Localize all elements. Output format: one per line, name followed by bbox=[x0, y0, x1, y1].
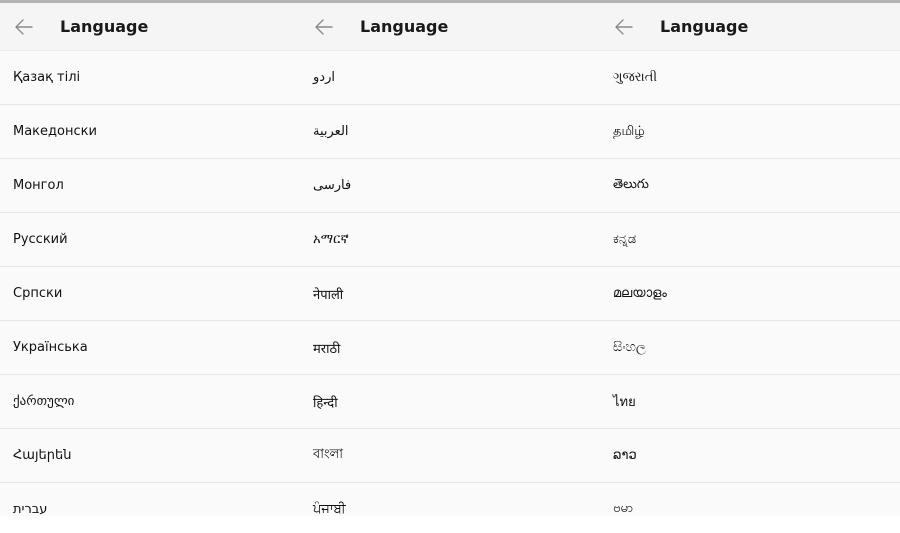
language-screen-1: Language Қазақ тілі Македонски Монгол Ру… bbox=[0, 3, 300, 516]
language-item[interactable]: ગુજરાતી bbox=[600, 51, 900, 105]
language-item[interactable]: العربية bbox=[300, 105, 600, 159]
language-item[interactable]: ਪੰਜਾਬੀ bbox=[300, 483, 600, 516]
arrow-left-icon bbox=[615, 18, 633, 35]
app-bar: Language bbox=[600, 3, 900, 51]
app-bar: Language bbox=[300, 3, 600, 51]
language-list: ગુજરાતી தமிழ் తెలుగు ಕನ್ನಡ മലയാളം සිංහල … bbox=[600, 51, 900, 516]
language-item[interactable]: Монгол bbox=[0, 159, 300, 213]
arrow-left-icon bbox=[15, 18, 33, 35]
language-item[interactable]: සිංහල bbox=[600, 321, 900, 375]
language-screen-3: Language ગુજરાતી தமிழ் తెలుగు ಕನ್ನಡ മലയാ… bbox=[600, 3, 900, 516]
back-button[interactable] bbox=[12, 15, 36, 39]
language-item[interactable]: ಕನ್ನಡ bbox=[600, 213, 900, 267]
language-item[interactable]: አማርኛ bbox=[300, 213, 600, 267]
bottom-margin bbox=[0, 516, 900, 533]
language-list: Қазақ тілі Македонски Монгол Русский Срп… bbox=[0, 51, 300, 516]
language-item[interactable]: עברית bbox=[0, 483, 300, 516]
back-button[interactable] bbox=[612, 15, 636, 39]
arrow-left-icon bbox=[315, 18, 333, 35]
language-list: اردو العربية فارسی አማርኛ नेपाली मराठी हिन… bbox=[300, 51, 600, 516]
language-item[interactable]: Русский bbox=[0, 213, 300, 267]
language-item[interactable]: नेपाली bbox=[300, 267, 600, 321]
language-item[interactable]: Српски bbox=[0, 267, 300, 321]
language-item[interactable]: മലയാളം bbox=[600, 267, 900, 321]
language-item[interactable]: Македонски bbox=[0, 105, 300, 159]
language-item[interactable]: Қазақ тілі bbox=[0, 51, 300, 105]
language-item[interactable]: বাংলা bbox=[300, 429, 600, 483]
language-item[interactable]: ລາວ bbox=[600, 429, 900, 483]
language-item[interactable]: فارسی bbox=[300, 159, 600, 213]
page-title: Language bbox=[60, 17, 149, 36]
app-bar: Language bbox=[0, 3, 300, 51]
language-item[interactable]: தமிழ் bbox=[600, 105, 900, 159]
language-item[interactable]: Українська bbox=[0, 321, 300, 375]
language-item[interactable]: తెలుగు bbox=[600, 159, 900, 213]
language-item[interactable]: Հայերեն bbox=[0, 429, 300, 483]
language-screen-2: Language اردو العربية فارسی አማርኛ नेपाली … bbox=[300, 3, 600, 516]
language-item[interactable]: اردو bbox=[300, 51, 600, 105]
language-item[interactable]: ဗမာ bbox=[600, 483, 900, 516]
page-title: Language bbox=[360, 17, 449, 36]
screens-container: Language Қазақ тілі Македонски Монгол Ру… bbox=[0, 3, 900, 516]
language-item[interactable]: ქართული bbox=[0, 375, 300, 429]
language-item[interactable]: मराठी bbox=[300, 321, 600, 375]
language-item[interactable]: ไทย bbox=[600, 375, 900, 429]
language-item[interactable]: हिन्दी bbox=[300, 375, 600, 429]
page-title: Language bbox=[660, 17, 749, 36]
back-button[interactable] bbox=[312, 15, 336, 39]
